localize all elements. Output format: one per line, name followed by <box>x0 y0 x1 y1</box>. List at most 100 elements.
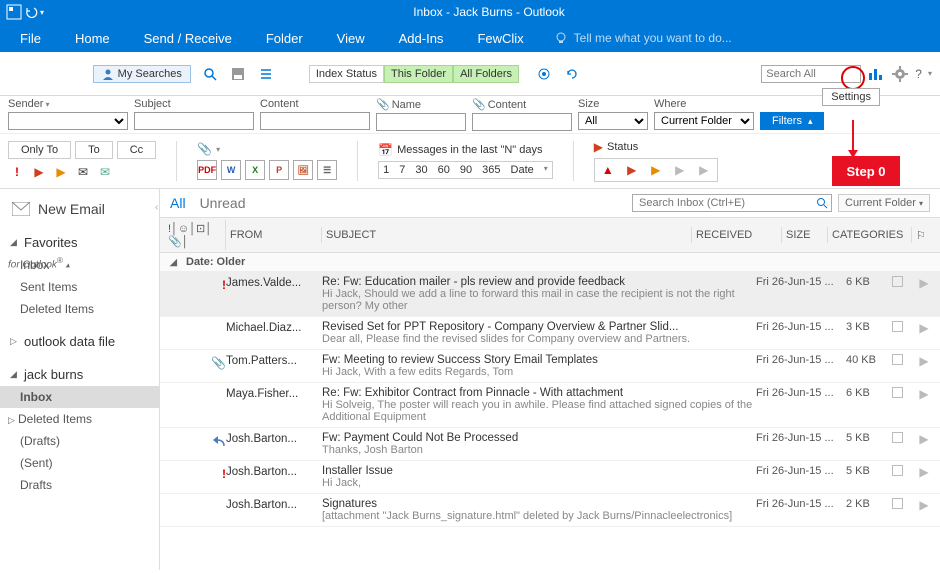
days-date[interactable]: Date <box>511 164 534 176</box>
doc-icon[interactable]: W <box>221 160 241 180</box>
col-from[interactable]: FROM <box>226 227 322 243</box>
fav-inbox[interactable]: Inbox <box>0 254 159 276</box>
flag-icon[interactable]: ▶ <box>919 354 928 368</box>
mail-row[interactable]: Maya.Fisher...Re: Fw: Exhibitor Contract… <box>160 383 940 428</box>
gear-icon[interactable] <box>891 65 909 83</box>
chart-icon[interactable] <box>867 65 885 83</box>
mail-row[interactable]: Josh.Barton...Fw: Payment Could Not Be P… <box>160 428 940 461</box>
zip-icon[interactable]: ☰ <box>317 160 337 180</box>
fav-deleted[interactable]: Deleted Items <box>0 298 159 320</box>
my-searches-button[interactable]: My Searches <box>93 65 191 83</box>
account-item-2[interactable]: (Drafts) <box>0 430 159 452</box>
category-box[interactable] <box>892 354 903 365</box>
search-inbox-input[interactable] <box>632 194 832 212</box>
status-flag2-icon[interactable]: ▶ <box>647 161 665 179</box>
category-box[interactable] <box>892 387 903 398</box>
flag-orange-icon[interactable]: ▶ <box>52 163 70 181</box>
filter-sender-input[interactable] <box>8 112 128 130</box>
filter-size-select[interactable]: All <box>578 112 648 130</box>
settings-small-icon[interactable] <box>535 65 553 83</box>
account-item-4[interactable]: Drafts <box>0 474 159 496</box>
index-this-folder[interactable]: This Folder <box>384 65 453 83</box>
days-30[interactable]: 30 <box>415 164 427 176</box>
filter-subject-input[interactable] <box>134 112 254 130</box>
days-1[interactable]: 1 <box>383 164 389 176</box>
envelope-open-icon[interactable]: ✉ <box>96 163 114 181</box>
category-box[interactable] <box>892 321 903 332</box>
chip-only-to[interactable]: Only To <box>8 141 71 159</box>
filter-where-select[interactable]: Current Folder <box>654 112 754 130</box>
tab-all[interactable]: All <box>170 193 186 213</box>
tab-fewclix[interactable]: FewClix <box>463 25 537 52</box>
account-header[interactable]: ◢jack burns <box>0 363 159 386</box>
search-all-input[interactable] <box>761 65 861 83</box>
filters-button[interactable]: Filters <box>760 112 824 130</box>
group-header[interactable]: ◢Date: Older <box>160 253 940 272</box>
new-email-button[interactable]: New Email <box>0 195 159 223</box>
days-7[interactable]: 7 <box>399 164 405 176</box>
mail-row[interactable]: !James.Valde...Re: Fw: Education mailer … <box>160 272 940 317</box>
filter-content-input[interactable] <box>260 112 370 130</box>
tab-unread[interactable]: Unread <box>200 193 246 213</box>
account-item-1[interactable]: ▷Deleted Items <box>0 408 159 430</box>
help-button[interactable]: ? <box>915 67 922 81</box>
search-icon[interactable] <box>201 65 219 83</box>
status-flag1-icon[interactable]: ▶ <box>623 161 641 179</box>
tab-view[interactable]: View <box>323 25 379 52</box>
mail-row[interactable]: Josh.Barton...Signatures[attachment "Jac… <box>160 494 940 527</box>
index-all-folders[interactable]: All Folders <box>453 65 519 83</box>
flag-icon[interactable]: ▶ <box>919 387 928 401</box>
days-365[interactable]: 365 <box>482 164 500 176</box>
account-item-3[interactable]: (Sent) <box>0 452 159 474</box>
tab-addins[interactable]: Add-Ins <box>385 25 458 52</box>
img-icon[interactable]: 🖼 <box>293 160 313 180</box>
days-90[interactable]: 90 <box>460 164 472 176</box>
col-categories[interactable]: CATEGORIES <box>828 227 912 243</box>
chip-to[interactable]: To <box>75 141 113 159</box>
account-item-0[interactable]: Inbox <box>0 386 159 408</box>
col-size[interactable]: SIZE <box>782 227 828 243</box>
flag-icon[interactable]: ▶ <box>919 498 928 512</box>
col-flag[interactable]: ⚐ <box>912 227 936 244</box>
col-subject[interactable]: SUBJECT <box>322 227 692 243</box>
pdf-icon[interactable]: PDF <box>197 160 217 180</box>
status-flag3-icon[interactable]: ▶ <box>671 161 689 179</box>
col-icons[interactable]: !│☺│⊡│📎│ <box>164 220 226 250</box>
fav-sent[interactable]: Sent Items <box>0 276 159 298</box>
importance-icon[interactable]: ! <box>8 163 26 181</box>
days-60[interactable]: 60 <box>438 164 450 176</box>
flag-icon[interactable]: ▶ <box>919 465 928 479</box>
flag-icon[interactable]: ▶ <box>919 432 928 446</box>
status-alert-icon[interactable]: ▲ <box>599 161 617 179</box>
category-box[interactable] <box>892 465 903 476</box>
flag-icon[interactable]: ▶ <box>919 276 928 290</box>
flag-icon[interactable]: ▶ <box>919 321 928 335</box>
datafile-header[interactable]: ▷outlook data file <box>0 330 159 353</box>
ppt-icon[interactable]: P <box>269 160 289 180</box>
save-icon[interactable] <box>229 65 247 83</box>
chip-cc[interactable]: Cc <box>117 141 156 159</box>
xls-icon[interactable]: X <box>245 160 265 180</box>
mail-row[interactable]: Michael.Diaz...Revised Set for PPT Repos… <box>160 317 940 350</box>
mail-row[interactable]: 📎Tom.Patters...Fw: Meeting to review Suc… <box>160 350 940 383</box>
days-selector[interactable]: 1 7 30 60 90 365 Date▾ <box>378 161 553 179</box>
refresh-icon[interactable] <box>563 65 581 83</box>
category-box[interactable] <box>892 276 903 287</box>
search-scope-dropdown[interactable]: Current Folder ▾ <box>838 194 930 212</box>
flag-red-icon[interactable]: ▶ <box>30 163 48 181</box>
category-box[interactable] <box>892 498 903 509</box>
tab-folder[interactable]: Folder <box>252 25 317 52</box>
tell-me[interactable]: Tell me what you want to do... <box>554 31 732 45</box>
sidebar-collapse-handle[interactable]: ‹ <box>155 202 158 213</box>
filter-attname-input[interactable] <box>376 113 466 131</box>
status-flag4-icon[interactable]: ▶ <box>695 161 713 179</box>
mail-row[interactable]: !Josh.Barton...Installer IssueHi Jack,Fr… <box>160 461 940 494</box>
tab-send-receive[interactable]: Send / Receive <box>130 25 246 52</box>
envelope-icon[interactable]: ✉ <box>74 163 92 181</box>
col-received[interactable]: RECEIVED <box>692 227 782 243</box>
favorites-header[interactable]: ◢Favorites <box>0 231 159 254</box>
search-icon[interactable] <box>816 197 828 209</box>
list-icon[interactable] <box>257 65 275 83</box>
category-box[interactable] <box>892 432 903 443</box>
filter-attcontent-input[interactable] <box>472 113 572 131</box>
